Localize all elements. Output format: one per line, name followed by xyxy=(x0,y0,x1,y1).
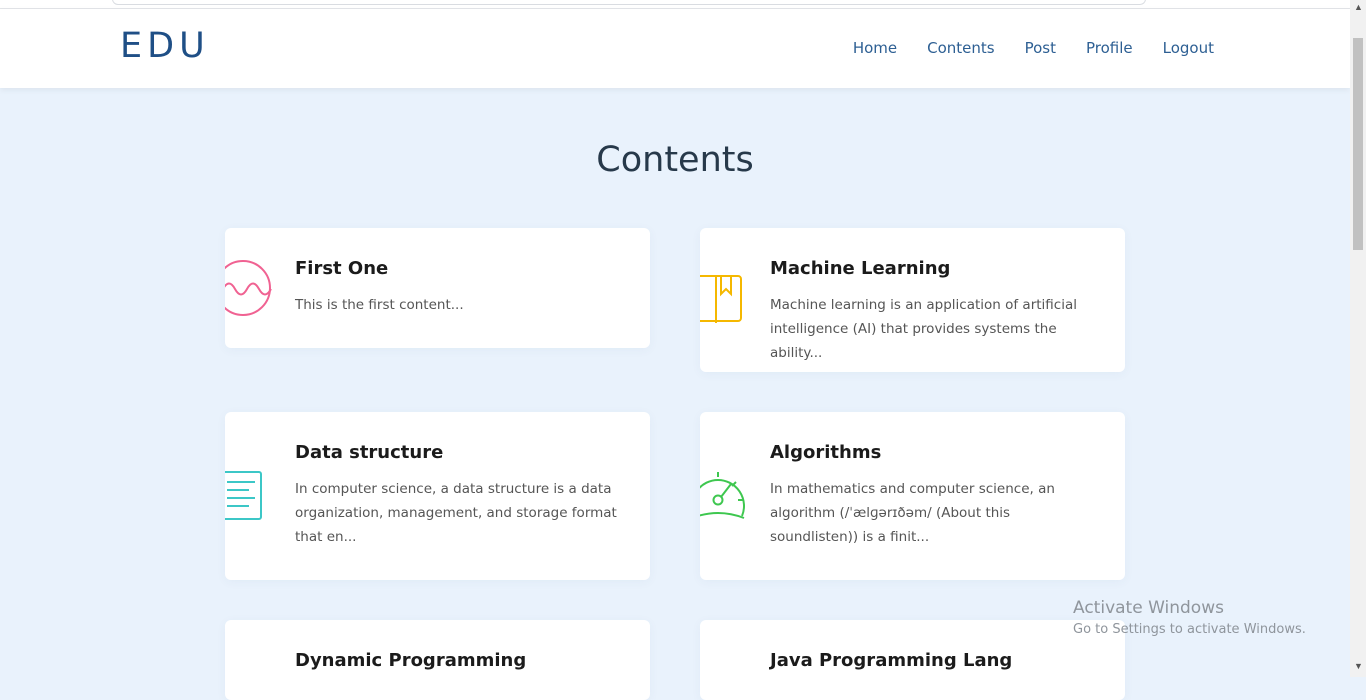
card-excerpt: In mathematics and computer science, an … xyxy=(770,481,1055,545)
watermark-title: Activate Windows xyxy=(1073,598,1224,618)
scrollbar-thumb[interactable] xyxy=(1353,38,1363,250)
speedometer-icon xyxy=(700,472,745,519)
nav-contents[interactable]: Contents xyxy=(927,39,994,57)
content-card-dynamic-programming[interactable]: Dynamic Programming xyxy=(225,620,650,700)
book-icon xyxy=(700,275,742,323)
navbar: EDU Home Contents Post Profile Logout xyxy=(0,9,1350,88)
card-excerpt: In computer science, a data structure is… xyxy=(295,481,617,545)
page-title: Contents xyxy=(596,140,754,180)
scroll-up-arrow-icon[interactable]: ▲ xyxy=(1354,2,1363,12)
card-title: Algorithms xyxy=(770,442,882,463)
card-title: Machine Learning xyxy=(770,258,951,279)
nav-logout[interactable]: Logout xyxy=(1163,39,1214,57)
content-card-algorithms[interactable]: Algorithms In mathematics and computer s… xyxy=(700,412,1125,580)
brand-logo[interactable]: EDU xyxy=(120,26,210,66)
card-excerpt: This is the first content... xyxy=(295,297,464,313)
address-bar-edge xyxy=(112,0,1146,5)
nav-profile[interactable]: Profile xyxy=(1086,39,1133,57)
content-card-data-structure[interactable]: Data structure In computer science, a da… xyxy=(225,412,650,580)
content-card-machine-learning[interactable]: Machine Learning Machine learning is an … xyxy=(700,228,1125,372)
browser-top-strip xyxy=(0,0,1350,9)
nav-home[interactable]: Home xyxy=(853,39,897,57)
card-title: Dynamic Programming xyxy=(295,650,527,671)
content-card-java-programming[interactable]: Java Programming Lang xyxy=(700,620,1125,700)
watermark-subtitle: Go to Settings to activate Windows. xyxy=(1073,622,1306,637)
nav-links: Home Contents Post Profile Logout xyxy=(823,39,1214,57)
card-title: Data structure xyxy=(295,442,444,463)
vertical-scrollbar[interactable]: ▲ ▼ xyxy=(1350,0,1366,677)
windows-activation-watermark: Activate Windows Go to Settings to activ… xyxy=(1073,597,1306,641)
scroll-down-arrow-icon[interactable]: ▼ xyxy=(1354,661,1363,671)
document-lines-icon xyxy=(225,471,262,520)
card-title: Java Programming Lang xyxy=(770,650,1013,671)
content-card-first-one[interactable]: First One This is the first content... xyxy=(225,228,650,348)
nav-post[interactable]: Post xyxy=(1025,39,1056,57)
card-excerpt: Machine learning is an application of ar… xyxy=(770,297,1077,361)
card-title: First One xyxy=(295,258,389,279)
wave-circle-icon xyxy=(225,260,272,316)
